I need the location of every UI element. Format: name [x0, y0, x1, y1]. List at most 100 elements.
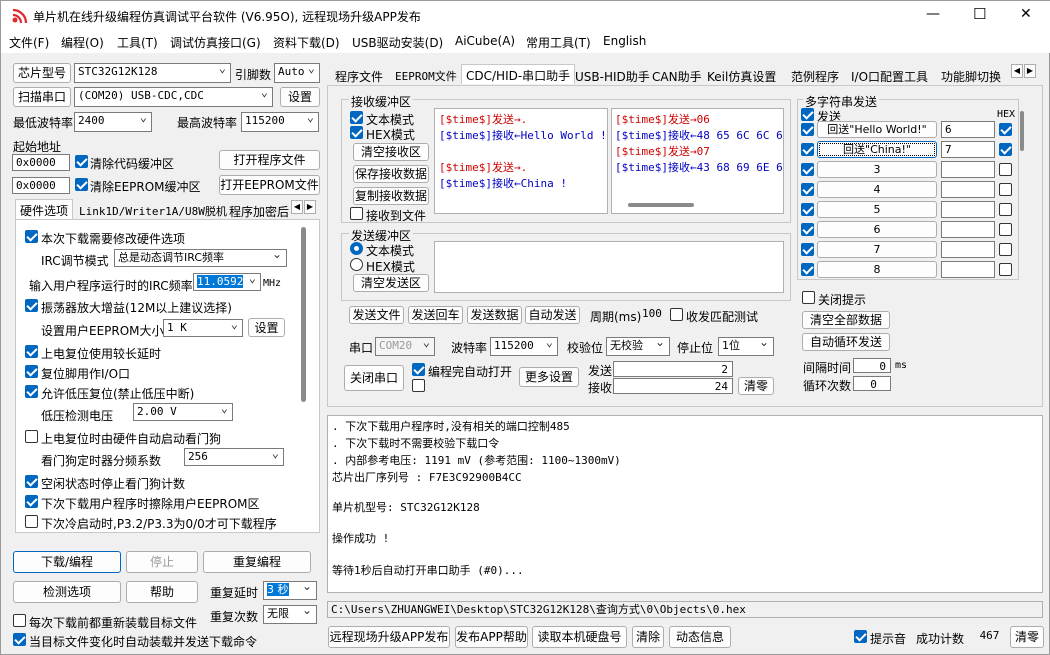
- long-reset-delay-checkbox[interactable]: [25, 345, 38, 358]
- tab-keil-sim[interactable]: Keil仿真设置: [703, 66, 780, 87]
- menu-common-tools[interactable]: 常用工具(T): [526, 34, 591, 51]
- tab-hardware-options[interactable]: 硬件选项: [15, 199, 74, 221]
- clear-eeprom-checkbox[interactable]: [75, 178, 88, 191]
- multi-row-hex-checkbox[interactable]: [999, 123, 1012, 136]
- auto-open-checkbox[interactable]: [412, 363, 425, 376]
- send-file-button[interactable]: 发送文件: [349, 306, 404, 324]
- detect-options-button[interactable]: 检测选项: [13, 581, 121, 603]
- tx-hex-mode-radio[interactable]: [350, 258, 363, 271]
- rx-hex-area[interactable]: [$time$]发送→06 [$time$]接收←48 65 6C 6C 6F …: [611, 108, 784, 214]
- close-port-button[interactable]: 关闭串口: [344, 365, 404, 391]
- repeat-delay-select[interactable]: 3 秒: [263, 581, 317, 600]
- right-tab-scroll-right-icon[interactable]: ▶: [1024, 64, 1036, 78]
- multi-row-input[interactable]: [941, 221, 995, 238]
- multi-string-scrollbar[interactable]: [1020, 111, 1024, 151]
- menu-file[interactable]: 文件(F): [9, 34, 49, 51]
- low-voltage-reset-checkbox[interactable]: [25, 385, 38, 398]
- multi-row-input[interactable]: 6: [941, 121, 995, 138]
- multi-send-all-checkbox[interactable]: [801, 108, 814, 121]
- stop-bits-select[interactable]: 1位: [718, 337, 774, 356]
- multi-row-send-button[interactable]: 回送"China!": [817, 141, 937, 158]
- multi-row-send-checkbox[interactable]: [801, 123, 814, 136]
- multi-row-send-checkbox[interactable]: [801, 143, 814, 156]
- parity-select[interactable]: 无校验: [606, 337, 670, 356]
- multi-row-hex-checkbox[interactable]: [999, 143, 1012, 156]
- menu-debug[interactable]: 调试仿真接口(G): [170, 34, 261, 51]
- match-test-checkbox[interactable]: [670, 308, 683, 321]
- menu-program[interactable]: 编程(O): [61, 34, 104, 51]
- rx-text-mode-checkbox[interactable]: [350, 111, 363, 124]
- tab-eeprom-file[interactable]: EEPROM文件: [391, 66, 461, 86]
- hardware-options-scrollbar[interactable]: [301, 227, 306, 402]
- tab-examples[interactable]: 范例程序: [787, 66, 843, 87]
- irc-freq-select[interactable]: 11.0592: [193, 273, 261, 291]
- auto-load-checkbox[interactable]: [13, 633, 26, 646]
- multi-row-send-button[interactable]: 7: [817, 241, 937, 258]
- p32-p33-checkbox[interactable]: [25, 515, 38, 528]
- max-baud-select[interactable]: 115200: [241, 112, 319, 132]
- min-baud-select[interactable]: 2400: [74, 112, 152, 132]
- port-select[interactable]: (COM20) USB-CDC,CDC: [74, 87, 273, 107]
- eeprom-set-button[interactable]: 设置: [248, 318, 285, 337]
- wdt-prescaler-select[interactable]: 256: [184, 448, 284, 466]
- code-address-input[interactable]: 0x0000: [12, 154, 70, 171]
- multi-row-send-checkbox[interactable]: [801, 223, 814, 236]
- multi-row-input[interactable]: [941, 161, 995, 178]
- multi-row-send-checkbox[interactable]: [801, 203, 814, 216]
- help-button[interactable]: 帮助: [126, 581, 198, 603]
- period-input[interactable]: 100: [639, 306, 667, 324]
- auto-send-button[interactable]: 自动发送: [525, 306, 580, 324]
- multi-row-hex-checkbox[interactable]: [999, 183, 1012, 196]
- rx-to-file-checkbox[interactable]: [350, 207, 363, 220]
- multi-row-input[interactable]: [941, 201, 995, 218]
- copy-rx-button[interactable]: 复制接收数据: [353, 187, 429, 205]
- chip-model-button[interactable]: 芯片型号: [13, 63, 71, 83]
- maximize-button[interactable]: ☐: [973, 5, 986, 23]
- close-tip-checkbox[interactable]: [802, 291, 815, 304]
- publish-help-button[interactable]: 发布APP帮助: [455, 626, 528, 648]
- stop-button[interactable]: 停止: [126, 551, 198, 573]
- tab-offline-writer[interactable]: Link1D/Writer1A/U8W脱机: [75, 201, 231, 221]
- reset-success-button[interactable]: 清零: [1010, 626, 1044, 648]
- chip-model-select[interactable]: STC32G12K128: [74, 63, 231, 83]
- idle-stop-wdt-checkbox[interactable]: [25, 475, 38, 488]
- multi-row-hex-checkbox[interactable]: [999, 243, 1012, 256]
- multi-row-send-button[interactable]: 5: [817, 201, 937, 218]
- clear-count-button[interactable]: 清零: [738, 377, 774, 395]
- reprogram-button[interactable]: 重复编程: [203, 551, 311, 573]
- tab-program-file[interactable]: 程序文件: [331, 66, 387, 87]
- auto-end-checkbox[interactable]: [412, 379, 425, 392]
- sound-checkbox[interactable]: [854, 630, 867, 643]
- open-program-file-button[interactable]: 打开程序文件: [219, 150, 320, 170]
- serial-port-select[interactable]: COM20: [375, 337, 435, 356]
- clear-all-button[interactable]: 清空全部数据: [802, 311, 890, 329]
- right-tab-scroll-left-icon[interactable]: ◀: [1011, 64, 1023, 78]
- osc-gain-checkbox[interactable]: [25, 299, 38, 312]
- multi-row-input[interactable]: 7: [941, 141, 995, 158]
- clear-rx-button[interactable]: 清空接收区: [353, 143, 429, 161]
- auto-loop-button[interactable]: 自动循环发送: [802, 333, 890, 351]
- publish-app-button[interactable]: 远程现场升级APP发布: [328, 626, 450, 648]
- tab-can[interactable]: CAN助手: [648, 66, 706, 87]
- menu-english[interactable]: English: [603, 34, 646, 48]
- interval-input[interactable]: 0: [853, 358, 891, 373]
- pins-select[interactable]: Auto: [274, 63, 320, 83]
- open-eeprom-file-button[interactable]: 打开EEPROM文件: [219, 175, 320, 195]
- reset-pin-io-checkbox[interactable]: [25, 365, 38, 378]
- multi-row-send-checkbox[interactable]: [801, 243, 814, 256]
- erase-eeprom-checkbox[interactable]: [25, 495, 38, 508]
- more-settings-button[interactable]: 更多设置: [519, 367, 579, 387]
- multi-row-send-checkbox[interactable]: [801, 163, 814, 176]
- save-rx-button[interactable]: 保存接收数据: [353, 165, 429, 183]
- repeat-count-select[interactable]: 无限: [263, 605, 317, 624]
- tab-scroll-right-icon[interactable]: ▶: [304, 200, 316, 214]
- tx-text-mode-radio[interactable]: [350, 242, 363, 255]
- multi-row-send-checkbox[interactable]: [801, 263, 814, 276]
- modify-hw-checkbox[interactable]: [25, 230, 38, 243]
- tab-serial-assistant[interactable]: CDC/HID-串口助手: [461, 64, 576, 84]
- multi-row-input[interactable]: [941, 241, 995, 258]
- multi-row-hex-checkbox[interactable]: [999, 163, 1012, 176]
- irc-mode-select[interactable]: 总是动态调节IRC频率: [114, 249, 287, 267]
- port-settings-button[interactable]: 设置: [280, 87, 320, 107]
- clear-tx-button[interactable]: 清空发送区: [353, 274, 429, 292]
